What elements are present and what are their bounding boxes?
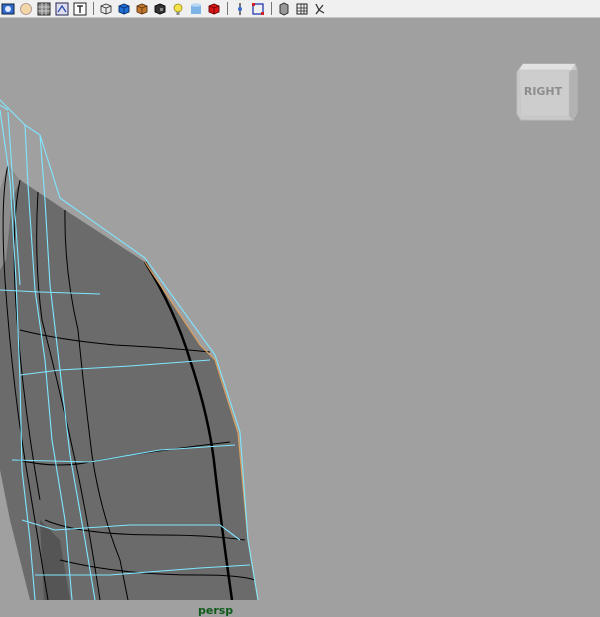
textured-cube-icon[interactable]: [134, 1, 150, 17]
isolate-select-icon[interactable]: [232, 1, 248, 17]
camera-name-label: persp: [198, 604, 234, 617]
mesh-scene: [0, 99, 259, 600]
resolution-gate-icon[interactable]: [312, 1, 328, 17]
xray-icon[interactable]: [250, 1, 266, 17]
select-camera-icon[interactable]: [0, 1, 16, 17]
cube-wireframe-icon[interactable]: [98, 1, 114, 17]
xray-joints-icon[interactable]: [276, 1, 292, 17]
toolbar-separator: [227, 2, 228, 15]
panel-toolbar: [0, 0, 600, 18]
dark-shaded-icon[interactable]: [152, 1, 168, 17]
red-cube-icon[interactable]: [206, 1, 222, 17]
uv-editor-icon[interactable]: [54, 1, 70, 17]
blue-cylinder-icon[interactable]: [188, 1, 204, 17]
toolbar-separator: [93, 2, 94, 15]
default-light-icon[interactable]: [170, 1, 186, 17]
perspective-viewport[interactable]: RIGHT persp: [0, 18, 600, 617]
grid-toggle-icon[interactable]: [294, 1, 310, 17]
wireframe-grid-icon[interactable]: [36, 1, 52, 17]
toolbar-separator: [271, 2, 272, 15]
text-label-icon[interactable]: [72, 1, 88, 17]
viewcube-face-label: RIGHT: [523, 85, 563, 98]
light-bulb-icon[interactable]: [18, 1, 34, 17]
shaded-blue-cube-icon[interactable]: [116, 1, 132, 17]
